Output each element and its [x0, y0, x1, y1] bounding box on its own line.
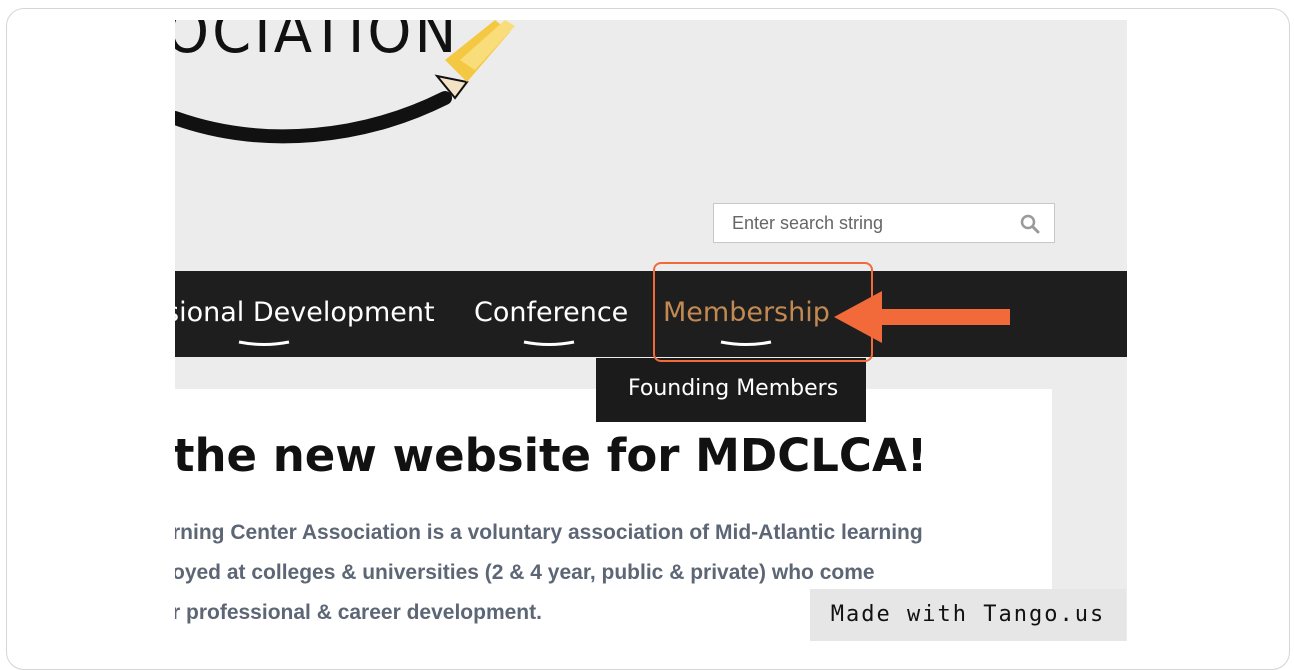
tutorial-arrow-icon: [834, 291, 1010, 343]
logo-pencil-icon: [175, 20, 515, 144]
search-input[interactable]: [714, 204, 1012, 242]
nav-item-conference[interactable]: Conference: [474, 297, 628, 328]
search-icon[interactable]: [1020, 214, 1040, 234]
intro-text-line: oyed at colleges & universities (2 & 4 y…: [175, 561, 875, 584]
page-headline: the new website for MDCLCA!: [175, 429, 928, 482]
search-box[interactable]: [713, 203, 1055, 243]
chevron-down-icon: [238, 340, 290, 346]
tango-watermark: Made with Tango.us: [810, 589, 1126, 641]
dropdown-item-founding-members[interactable]: Founding Members: [628, 376, 838, 401]
intro-text-line: rning Center Association is a voluntary …: [175, 521, 923, 544]
nav-item-professional-development[interactable]: sional Development: [175, 297, 435, 328]
membership-dropdown-menu: Founding Members: [596, 358, 866, 422]
intro-text-line: r professional & career development.: [175, 601, 542, 624]
chevron-down-icon: [523, 340, 575, 346]
